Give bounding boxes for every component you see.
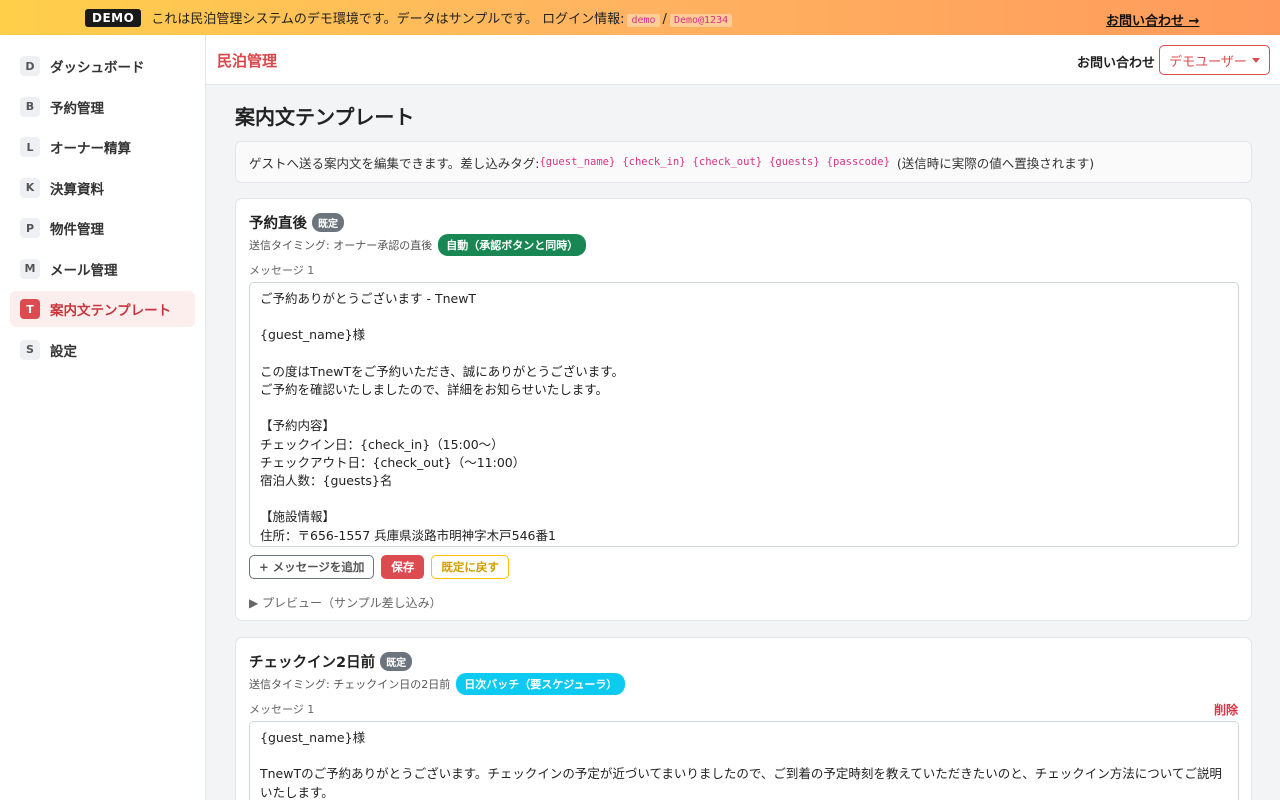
demo-password: Demo@1234 [669,14,733,27]
message-textarea[interactable]: {guest_name}様 TnewTのご予約ありがとうございます。チェックイン… [249,721,1239,800]
info-box: ゲストへ送る案内文を編集できます。差し込みタグ: {guest_name} {c… [235,141,1252,183]
timing-text: 送信タイミング: チェックイン日の2日前 [249,678,451,691]
sidebar-item-label: 設定 [50,343,77,360]
demo-badge: DEMO [85,8,142,27]
template-name: 予約直後 [249,216,307,232]
template-name: チェックイン2日前 [249,655,376,671]
sidebar-item-label: オーナー精算 [50,141,131,157]
delete-message-link[interactable]: 削除 [1214,701,1238,718]
demo-banner: DEMO これは民泊管理システムのデモ環境です。データはサンプルです。 ログイン… [0,0,1280,35]
sidebar-item-reservations[interactable]: B 予約管理 [10,89,195,125]
sidebar-item-mail[interactable]: M メール管理 [10,251,195,287]
template-title: 予約直後 既定 [249,212,344,233]
reservations-icon: B [20,96,40,117]
sidebar-item-settings[interactable]: S 設定 [10,332,195,368]
timing-badge: 自動（承認ボタンと同時） [438,234,587,256]
tag-passcode: {passcode} [826,156,890,168]
header-contact-link[interactable]: お問い合わせ [1077,52,1155,71]
tag-check-in: {check_in} [622,156,686,168]
template-card: チェックイン2日前 既定 送信タイミング: チェックイン日の2日前 日次バッチ（… [235,637,1252,800]
demo-user: demo [627,14,660,27]
demo-contact-link[interactable]: お問い合わせ → [1106,10,1199,29]
add-message-button[interactable]: + メッセージを追加 [249,555,375,579]
sidebar-item-financial-docs[interactable]: K 決算資料 [10,170,195,206]
user-menu-label: デモユーザー [1169,54,1247,70]
send-timing: 送信タイミング: オーナー承認の直後 自動（承認ボタンと同時） [249,234,587,256]
timing-badge: 日次バッチ（要スケジューラ） [456,673,626,695]
top-header: 民泊管理 お問い合わせ デモユーザー [206,35,1280,85]
sidebar: D ダッシュボード B 予約管理 L オーナー精算 K 決算資料 P 物件管理 … [0,35,206,800]
timing-text: 送信タイミング: オーナー承認の直後 [249,239,433,252]
message-label: メッセージ 1 [249,703,315,716]
chevron-down-icon [1251,57,1260,63]
sidebar-item-label: メール管理 [50,262,118,279]
brand-title[interactable]: 民泊管理 [217,50,277,71]
tag-guest-name: {guest_name} [539,156,616,168]
message-textarea[interactable]: ご予約ありがとうございます - TnewT {guest_name}様 この度は… [249,282,1239,547]
default-badge: 既定 [312,213,344,232]
demo-message: これは民泊管理システムのデモ環境です。データはサンプルです。 ログイン情報: [151,12,625,27]
template-actions: + メッセージを追加 保存 既定に戻す [249,555,516,579]
default-badge: 既定 [380,652,413,671]
info-suffix: (送信時に実際の値へ置換されます) [896,155,1095,171]
dashboard-icon: D [20,56,40,76]
settings-icon: S [20,339,40,360]
send-timing: 送信タイミング: チェックイン日の2日前 日次バッチ（要スケジューラ） [249,673,626,695]
sidebar-item-label: ダッシュボード [50,60,145,76]
preview-toggle[interactable]: ▶ プレビュー（サンプル差し込み） [249,594,442,611]
mail-icon: M [20,258,40,279]
owner-settlement-icon: L [20,137,40,157]
sidebar-item-dashboard[interactable]: D ダッシュボード [10,48,195,84]
user-menu-button[interactable]: デモユーザー [1159,45,1270,75]
financial-docs-icon: K [20,177,40,198]
tag-guests: {guests} [769,156,820,168]
demo-text: これは民泊管理システムのデモ環境です。データはサンプルです。 ログイン情報: de… [151,8,735,27]
tag-check-out: {check_out} [692,156,763,168]
template-title: チェックイン2日前 既定 [249,651,413,672]
sidebar-item-templates[interactable]: T 案内文テンプレート [10,291,195,327]
sidebar-item-properties[interactable]: P 物件管理 [10,210,195,246]
demo-separator: / [662,12,667,27]
template-card: 予約直後 既定 送信タイミング: オーナー承認の直後 自動（承認ボタンと同時） … [235,198,1252,621]
page-title: 案内文テンプレート [235,105,415,129]
reset-default-button[interactable]: 既定に戻す [431,555,509,579]
templates-icon: T [20,299,40,319]
save-button[interactable]: 保存 [381,555,425,579]
sidebar-item-label: 案内文テンプレート [50,303,172,319]
sidebar-item-owner-settlement[interactable]: L オーナー精算 [10,129,195,165]
info-prefix: ゲストへ送る案内文を編集できます。差し込みタグ: [249,155,540,171]
sidebar-item-label: 決算資料 [50,181,104,198]
message-label: メッセージ 1 [249,264,315,277]
sidebar-item-label: 物件管理 [50,222,104,238]
sidebar-item-label: 予約管理 [50,100,104,117]
properties-icon: P [20,218,40,238]
